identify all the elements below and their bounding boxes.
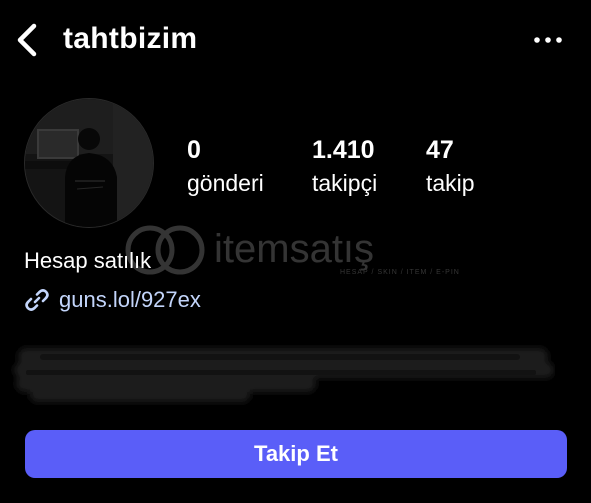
stat-following[interactable]: 47 takip — [426, 135, 475, 199]
username-title: tahtbizim — [63, 22, 198, 55]
stat-posts[interactable]: 0 gönderi — [187, 135, 264, 199]
more-options-button[interactable] — [530, 30, 566, 50]
stat-followers-value: 1.410 — [312, 136, 375, 164]
profile-header: tahtbizim — [0, 0, 591, 80]
back-button[interactable] — [10, 20, 44, 60]
stat-posts-value: 0 — [187, 136, 201, 164]
follow-button[interactable]: Takip Et — [25, 430, 567, 478]
stat-following-label: takip — [426, 170, 475, 196]
stat-posts-label: gönderi — [187, 170, 264, 196]
more-horizontal-icon — [534, 37, 562, 43]
watermark-logo: itemsatış HESAP / SKIN / ITEM / E-PIN — [125, 225, 460, 276]
watermark-brand: itemsatış — [214, 227, 374, 271]
profile-bio: Hesap satılık — [24, 248, 152, 273]
redaction-scribble — [14, 348, 554, 402]
avatar-photo — [25, 99, 153, 227]
watermark-tagline: HESAP / SKIN / ITEM / E-PIN — [340, 269, 460, 276]
profile-link[interactable]: guns.lol/927ex — [24, 284, 201, 316]
stat-following-value: 47 — [426, 136, 454, 164]
stat-followers[interactable]: 1.410 takipçi — [312, 135, 377, 199]
profile-link-text: guns.lol/927ex — [59, 287, 201, 312]
avatar[interactable] — [24, 98, 154, 228]
link-icon — [25, 289, 49, 311]
chevron-left-icon — [17, 23, 37, 57]
stat-followers-label: takipçi — [312, 170, 378, 196]
